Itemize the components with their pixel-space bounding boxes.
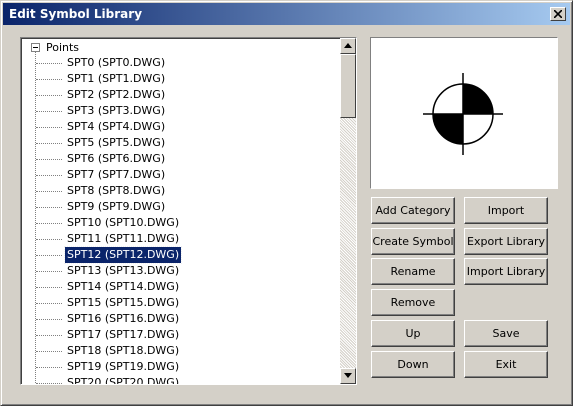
tree-item-label: SPT9 (SPT9.DWG) <box>67 200 166 213</box>
tree-item[interactable]: SPT2 (SPT2.DWG) <box>21 87 339 103</box>
close-icon <box>554 10 562 18</box>
up-button[interactable]: Up <box>371 320 455 347</box>
tree-item[interactable]: SPT6 (SPT6.DWG) <box>21 151 339 167</box>
tree-item-label: SPT3 (SPT3.DWG) <box>67 104 166 117</box>
tree-item-label: SPT4 (SPT4.DWG) <box>67 120 166 133</box>
tree-item-label: SPT1 (SPT1.DWG) <box>67 72 166 85</box>
tree-connector <box>36 383 62 384</box>
vertical-scrollbar[interactable] <box>340 38 356 384</box>
tree-connector <box>36 175 62 176</box>
tree-item-label: SPT19 (SPT19.DWG) <box>67 360 180 373</box>
tree-item[interactable]: SPT13 (SPT13.DWG) <box>21 263 339 279</box>
arrow-down-icon <box>344 373 352 378</box>
create-symbol-button[interactable]: Create Symbol <box>371 228 455 255</box>
tree-item-label: SPT20 (SPT20.DWG) <box>67 376 180 385</box>
tree-item-label: SPT8 (SPT8.DWG) <box>67 184 166 197</box>
close-button[interactable] <box>550 7 566 21</box>
tree-item-label: SPT2 (SPT2.DWG) <box>67 88 166 101</box>
tree-connector <box>36 79 62 80</box>
tree-connector <box>36 127 62 128</box>
tree-item-label: SPT16 (SPT16.DWG) <box>67 312 180 325</box>
tree-connector <box>36 223 62 224</box>
scroll-thumb[interactable] <box>340 54 356 118</box>
arrow-up-icon <box>344 43 352 48</box>
tree-connector <box>36 335 62 336</box>
import-symbols-button[interactable]: Import Symbols <box>464 197 548 242</box>
tree-item[interactable]: SPT3 (SPT3.DWG) <box>21 103 339 119</box>
tree-connector <box>36 111 62 112</box>
tree-item[interactable]: SPT17 (SPT17.DWG) <box>21 327 339 343</box>
tree-connector <box>36 287 62 288</box>
tree-item-label: SPT14 (SPT14.DWG) <box>67 280 180 293</box>
tree-connector <box>36 351 62 352</box>
tree-item-label: SPT5 (SPT5.DWG) <box>67 136 166 149</box>
tree-item[interactable]: SPT5 (SPT5.DWG) <box>21 135 339 151</box>
survey-point-symbol-icon <box>423 73 503 155</box>
exit-button[interactable]: Exit <box>464 351 548 378</box>
export-library-button[interactable]: Export Library <box>464 228 548 255</box>
remove-button[interactable]: Remove <box>371 289 455 316</box>
tree-item[interactable]: SPT12 (SPT12.DWG) <box>21 246 339 264</box>
tree-connector <box>36 255 62 256</box>
scroll-down-button[interactable] <box>340 368 356 384</box>
down-button[interactable]: Down <box>371 351 455 378</box>
tree-item-label: SPT7 (SPT7.DWG) <box>67 168 166 181</box>
tree-item[interactable]: SPT7 (SPT7.DWG) <box>21 167 339 183</box>
tree-item-label: SPT13 (SPT13.DWG) <box>67 264 180 277</box>
tree-item[interactable]: SPT14 (SPT14.DWG) <box>21 279 339 295</box>
tree-connector <box>36 95 62 96</box>
import-library-button[interactable]: Import Library <box>464 258 548 285</box>
tree-item[interactable]: SPT0 (SPT0.DWG) <box>21 55 339 71</box>
tree-connector <box>36 63 62 64</box>
tree-item-label: SPT6 (SPT6.DWG) <box>67 152 166 165</box>
tree-item-label: SPT17 (SPT17.DWG) <box>67 328 180 341</box>
tree-item-label: SPT12 (SPT12.DWG) <box>63 246 183 264</box>
tree-item[interactable]: SPT1 (SPT1.DWG) <box>21 71 339 87</box>
tree-connector <box>36 303 62 304</box>
tree-item-label: SPT18 (SPT18.DWG) <box>67 344 180 357</box>
tree-item[interactable]: SPT8 (SPT8.DWG) <box>21 183 339 199</box>
tree-item[interactable]: SPT4 (SPT4.DWG) <box>21 119 339 135</box>
tree-connector <box>36 159 62 160</box>
tree-items: SPT0 (SPT0.DWG) SPT1 (SPT1.DWG) SPT2 (SPT2… <box>21 55 339 385</box>
tree-item[interactable]: SPT18 (SPT18.DWG) <box>21 343 339 359</box>
window-title: Edit Symbol Library <box>9 7 143 21</box>
tree-root-label: Points <box>46 41 80 54</box>
tree-item-label: SPT11 (SPT11.DWG) <box>67 232 180 245</box>
tree-item-label: SPT0 (SPT0.DWG) <box>67 56 166 69</box>
tree-connector <box>36 271 62 272</box>
save-button[interactable]: Save <box>464 320 548 347</box>
symbol-tree[interactable]: Points SPT0 (SPT0.DWG) SPT1 (SPT1.DWG) SPT… <box>20 37 357 385</box>
tree-connector <box>36 143 62 144</box>
tree-item[interactable]: SPT11 (SPT11.DWG) <box>21 231 339 247</box>
title-bar: Edit Symbol Library <box>3 3 570 25</box>
tree-item[interactable]: SPT9 (SPT9.DWG) <box>21 199 339 215</box>
tree-connector <box>36 191 62 192</box>
tree-item-label: SPT10 (SPT10.DWG) <box>67 216 180 229</box>
rename-button[interactable]: Rename <box>371 258 455 285</box>
tree-connector <box>36 367 62 368</box>
symbol-preview <box>370 37 558 189</box>
tree-item[interactable]: SPT16 (SPT16.DWG) <box>21 311 339 327</box>
tree-item[interactable]: SPT10 (SPT10.DWG) <box>21 215 339 231</box>
edit-symbol-library-dialog: Edit Symbol Library Points SPT0 (SPT0.DW… <box>0 0 573 406</box>
tree-connector <box>36 207 62 208</box>
tree-item-label: SPT15 (SPT15.DWG) <box>67 296 180 309</box>
tree-item[interactable]: SPT20 (SPT20.DWG) <box>21 375 339 385</box>
collapse-icon[interactable] <box>31 43 40 52</box>
tree-item[interactable]: SPT15 (SPT15.DWG) <box>21 295 339 311</box>
scroll-up-button[interactable] <box>340 38 356 54</box>
add-category-button[interactable]: Add Category <box>371 197 455 224</box>
tree-connector <box>36 319 62 320</box>
tree-connector <box>36 239 62 240</box>
tree-item[interactable]: SPT19 (SPT19.DWG) <box>21 359 339 375</box>
